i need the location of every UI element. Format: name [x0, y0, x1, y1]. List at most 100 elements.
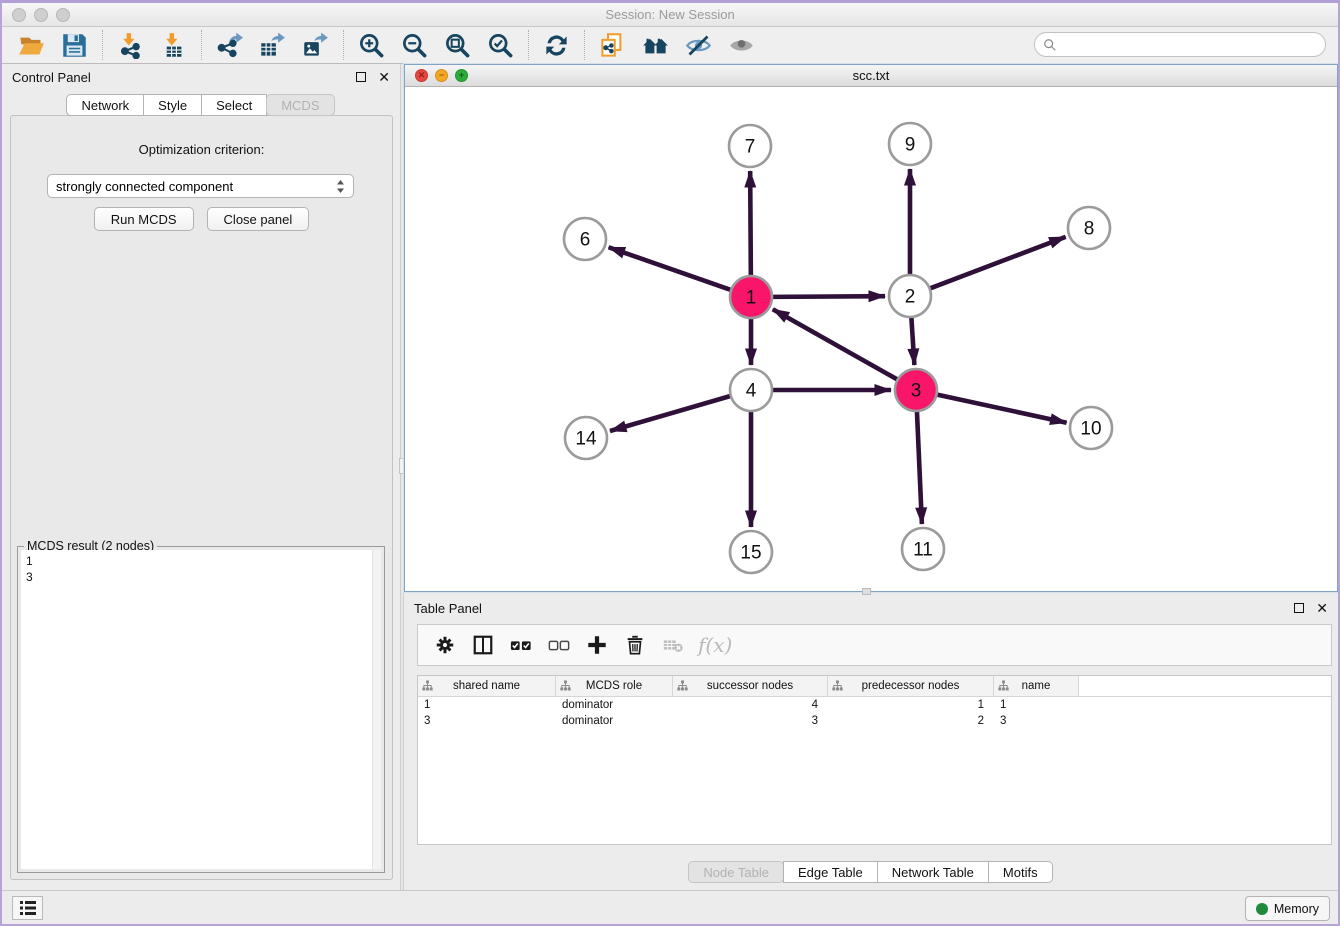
column-header-successor-nodes[interactable]: successor nodes: [673, 676, 828, 696]
graph-edge-1-6[interactable]: [609, 247, 732, 290]
table-options-gear-button[interactable]: [428, 629, 462, 661]
column-type-icon: [998, 680, 1009, 694]
select-all-rows-icon: [510, 634, 532, 656]
show-all-button[interactable]: [720, 29, 763, 61]
import-table-button[interactable]: [152, 29, 195, 61]
tab-select[interactable]: Select: [201, 94, 267, 116]
close-panel-icon[interactable]: ✕: [378, 72, 390, 82]
tab-network[interactable]: Network: [66, 94, 144, 116]
refresh-layout-button[interactable]: [535, 29, 578, 61]
column-header-MCDS-role[interactable]: MCDS role: [556, 676, 673, 696]
column-header-label: predecessor nodes: [862, 680, 960, 692]
table-options-gear-icon: [434, 634, 456, 656]
table-cell[interactable]: 4: [673, 699, 828, 711]
result-scrollbar[interactable]: [372, 550, 381, 869]
table-tab-network-table[interactable]: Network Table: [877, 861, 989, 883]
table-cell[interactable]: dominator: [556, 715, 673, 727]
main-toolbar: [2, 27, 1338, 64]
float-table-panel-icon[interactable]: [1294, 603, 1304, 613]
deselect-all-rows-icon: [548, 634, 570, 656]
memory-button[interactable]: Memory: [1245, 896, 1330, 921]
deselect-all-rows-button[interactable]: [542, 629, 576, 661]
delete-table-icon: [662, 634, 684, 656]
column-header-name[interactable]: name: [994, 676, 1079, 696]
create-column-plus-icon: [586, 634, 608, 656]
task-history-button[interactable]: [12, 896, 43, 920]
close-table-panel-icon[interactable]: ✕: [1316, 603, 1328, 613]
zoom-in-button[interactable]: [350, 29, 393, 61]
network-frame-titlebar[interactable]: scc.txt ✕ − +: [405, 65, 1337, 87]
table-panel: Table Panel ✕ f(x) shared nameMCDS roles…: [404, 596, 1338, 886]
table-row[interactable]: 1dominator411: [418, 697, 1331, 713]
close-panel-button[interactable]: Close panel: [207, 207, 310, 231]
frame-minimize-button[interactable]: −: [435, 69, 448, 82]
zoom-fit-button[interactable]: [436, 29, 479, 61]
graph-edge-4-14[interactable]: [610, 396, 731, 431]
tab-style[interactable]: Style: [143, 94, 202, 116]
zoom-in-icon: [358, 32, 385, 59]
table-cell[interactable]: 1: [994, 699, 1079, 711]
table-cell[interactable]: 3: [673, 715, 828, 727]
table-row[interactable]: 3dominator323: [418, 713, 1331, 729]
graph-edge-3-10[interactable]: [937, 394, 1067, 422]
optimization-criterion-dropdown[interactable]: strongly connected component: [47, 174, 354, 198]
table-cell[interactable]: dominator: [556, 699, 673, 711]
import-network-button[interactable]: [109, 29, 152, 61]
table-panel-title: Table Panel: [414, 601, 1294, 616]
table-tab-node-table[interactable]: Node Table: [688, 861, 784, 883]
graph-edge-2-3[interactable]: [911, 317, 914, 365]
first-neighbors-button[interactable]: [634, 29, 677, 61]
graph-edge-2-8[interactable]: [930, 237, 1066, 289]
tab-mcds[interactable]: MCDS: [266, 94, 334, 116]
create-column-plus-button[interactable]: [580, 629, 614, 661]
frame-maximize-button[interactable]: +: [455, 69, 468, 82]
zoom-out-button[interactable]: [393, 29, 436, 61]
open-folder-button[interactable]: [10, 29, 53, 61]
toolbar-separator: [102, 30, 103, 60]
select-all-rows-button[interactable]: [504, 629, 538, 661]
graph-edge-3-1[interactable]: [773, 309, 898, 379]
table-cell[interactable]: 1: [418, 699, 556, 711]
frame-resize-grip[interactable]: [862, 588, 871, 595]
table-panel-tabs: Node TableEdge TableNetwork TableMotifs: [404, 861, 1338, 883]
float-panel-icon[interactable]: [356, 72, 366, 82]
mcds-result-text[interactable]: 1 3: [21, 550, 381, 869]
refresh-layout-icon: [543, 32, 570, 59]
dropdown-stepper-icon: [336, 179, 345, 194]
export-network-button[interactable]: [208, 29, 251, 61]
search-field[interactable]: [1034, 32, 1326, 57]
graph-node-label-3: 3: [911, 381, 922, 402]
table-tab-motifs[interactable]: Motifs: [988, 861, 1053, 883]
graph-edge-3-11[interactable]: [917, 411, 922, 524]
column-header-predecessor-nodes[interactable]: predecessor nodes: [828, 676, 994, 696]
zoom-fit-icon: [444, 32, 471, 59]
table-tab-edge-table[interactable]: Edge Table: [783, 861, 878, 883]
network-graph-canvas[interactable]: 7968124314101511: [405, 87, 1337, 592]
first-neighbors-icon: [642, 32, 669, 59]
zoom-selected-button[interactable]: [479, 29, 522, 61]
search-input[interactable]: [1062, 37, 1325, 52]
table-cell[interactable]: 3: [994, 715, 1079, 727]
new-network-from-selection-button[interactable]: [591, 29, 634, 61]
save-floppy-button[interactable]: [53, 29, 96, 61]
graph-node-label-2: 2: [905, 287, 916, 308]
table-cell[interactable]: 2: [828, 715, 994, 727]
graph-node-label-4: 4: [746, 381, 757, 402]
table-cell[interactable]: 3: [418, 715, 556, 727]
export-table-button[interactable]: [251, 29, 294, 61]
hide-selected-button[interactable]: [677, 29, 720, 61]
delete-column-trash-button[interactable]: [618, 629, 652, 661]
frame-close-button[interactable]: ✕: [415, 69, 428, 82]
column-header-shared-name[interactable]: shared name: [418, 676, 556, 696]
table-cell[interactable]: 1: [828, 699, 994, 711]
export-image-button[interactable]: [294, 29, 337, 61]
graph-node-label-7: 7: [745, 137, 756, 158]
run-mcds-button[interactable]: Run MCDS: [94, 207, 194, 231]
show-hide-columns-button[interactable]: [466, 629, 500, 661]
graph-edge-1-7[interactable]: [750, 171, 751, 276]
optimization-criterion-label: Optimization criterion:: [11, 142, 392, 157]
search-icon: [1043, 38, 1057, 52]
status-bar: Memory: [2, 890, 1338, 924]
graph-edge-1-2[interactable]: [772, 296, 885, 297]
export-image-icon: [302, 32, 329, 59]
